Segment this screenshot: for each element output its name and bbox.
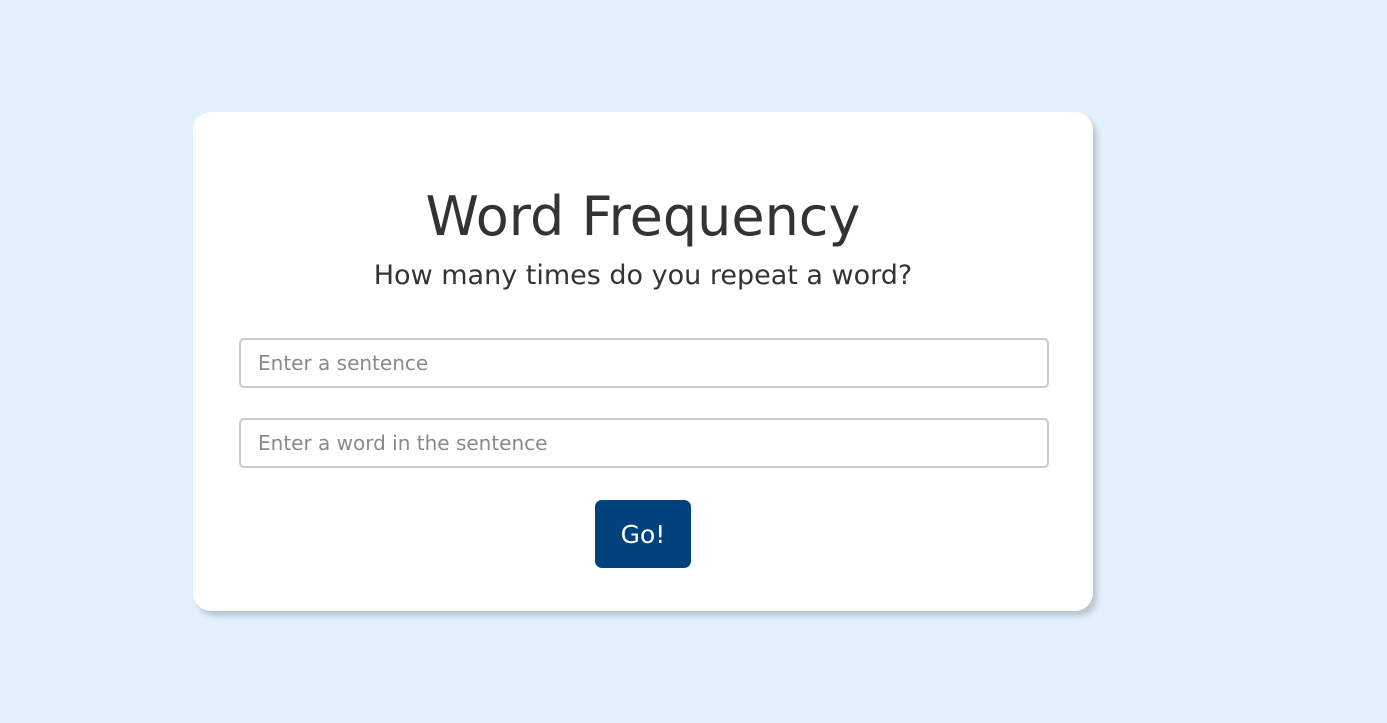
- word-input[interactable]: [239, 418, 1049, 468]
- page-subtitle: How many times do you repeat a word?: [373, 260, 913, 291]
- word-frequency-card: Word Frequency How many times do you rep…: [193, 112, 1093, 611]
- go-button[interactable]: Go!: [595, 500, 691, 568]
- sentence-input[interactable]: [239, 338, 1049, 388]
- page-title: Word Frequency: [425, 185, 861, 248]
